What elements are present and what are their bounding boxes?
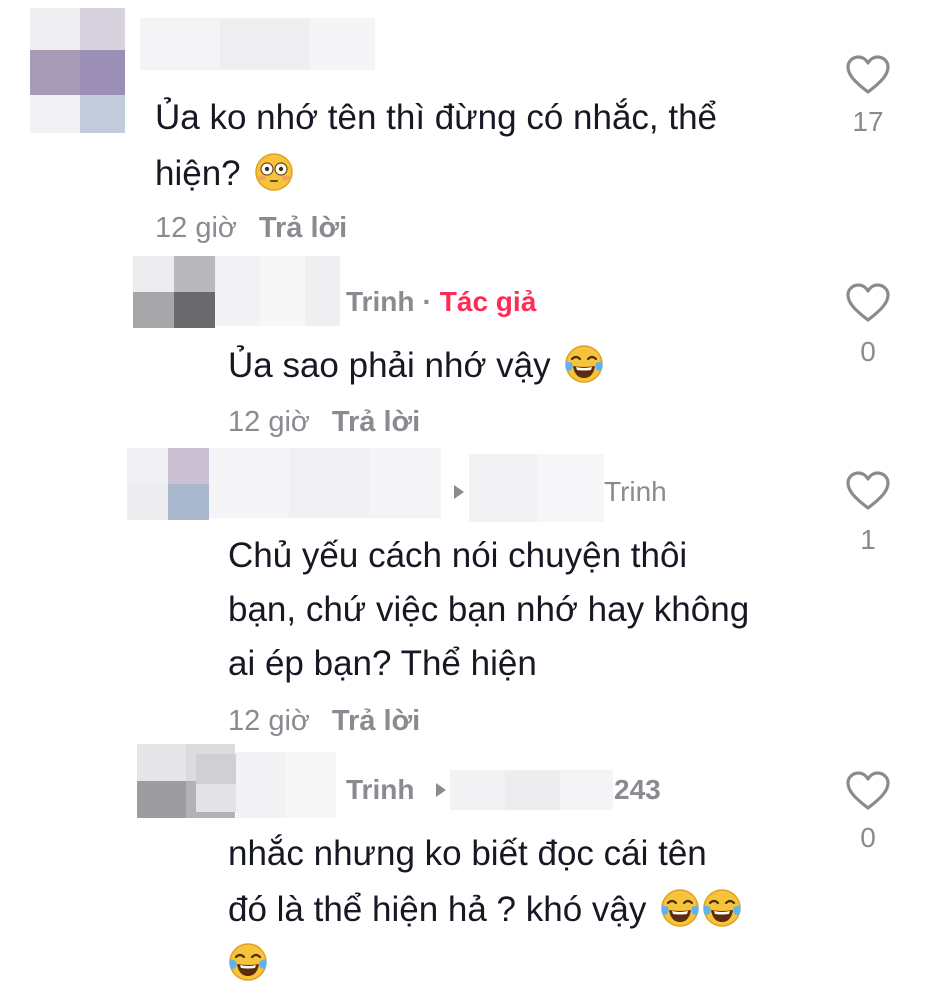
comment-meta: 12 giờ Trả lời [228, 406, 420, 439]
timestamp: 12 giờ [228, 705, 310, 737]
tears-of-joy-face-icon [229, 943, 267, 981]
comment-text-line-1: Ủa ko nhớ tên thì đừng có nhắc, thể [155, 98, 718, 137]
comment-text-line-3: ai ép bạn? Thể hiện [228, 644, 537, 683]
comment-text-line-1: Ủa sao phải nhớ vậy [228, 338, 604, 394]
reply-target-blurred[interactable] [469, 454, 604, 522]
username-blurred[interactable] [140, 18, 375, 70]
avatar[interactable] [30, 8, 125, 133]
reply-arrow-icon [436, 783, 446, 797]
comment-meta: 12 giờ Trả lời [155, 212, 347, 245]
username-blurred[interactable] [209, 448, 441, 518]
comment-text-line-2: hiện? [155, 146, 294, 202]
author-badge: Tác giả [439, 286, 537, 317]
like-count: 0 [860, 336, 876, 367]
username-blurred[interactable] [215, 256, 340, 326]
comment-text-line-2: đó là thể hiện hả ? khó vậy [228, 882, 742, 938]
comment-text: Ủa sao phải nhớ vậy [228, 346, 551, 385]
avatar[interactable] [133, 256, 215, 328]
reply-button[interactable]: Trả lời [332, 406, 420, 438]
reply-target-suffix[interactable]: 243 [614, 774, 661, 806]
reply-target-username[interactable]: Trinh [604, 476, 667, 508]
comment-text-line-2: bạn, chứ việc bạn nhớ hay không [228, 590, 750, 629]
avatar-overlay [196, 754, 236, 812]
flushed-face-icon [255, 153, 294, 191]
tears-of-joy-face-icon [565, 345, 604, 383]
avatar[interactable] [127, 448, 209, 520]
comment-text-line-3 [228, 936, 268, 992]
tears-of-joy-face-icon [703, 889, 741, 927]
comment-meta: 12 giờ Trả lời [228, 705, 420, 738]
heart-icon[interactable] [845, 770, 891, 812]
reply-target-blurred[interactable] [450, 770, 613, 810]
like-count: 0 [860, 822, 876, 853]
heart-icon[interactable] [845, 54, 891, 96]
tears-of-joy-face-icon [661, 889, 699, 927]
timestamp: 12 giờ [228, 406, 310, 438]
comment-text: hiện? [155, 154, 241, 193]
reply-arrow-icon [454, 485, 464, 499]
username[interactable]: Trinh [346, 774, 414, 806]
like-count: 1 [860, 524, 876, 555]
username-blurred[interactable] [236, 752, 336, 818]
separator-dot: · [422, 286, 432, 317]
reply-button[interactable]: Trả lời [332, 705, 420, 737]
username[interactable]: Trinh [346, 286, 414, 317]
like-count: 17 [852, 106, 884, 137]
heart-icon[interactable] [845, 470, 891, 512]
heart-icon[interactable] [845, 282, 891, 324]
timestamp: 12 giờ [155, 212, 237, 244]
comment-text: đó là thể hiện hả ? khó vậy [228, 890, 647, 929]
comment-text-line-1: nhắc nhưng ko biết đọc cái tên [228, 834, 707, 873]
username-line: Trinh · Tác giả [346, 286, 536, 318]
comment-text-line-1: Chủ yếu cách nói chuyện thôi [228, 536, 688, 575]
reply-button[interactable]: Trả lời [259, 212, 347, 244]
